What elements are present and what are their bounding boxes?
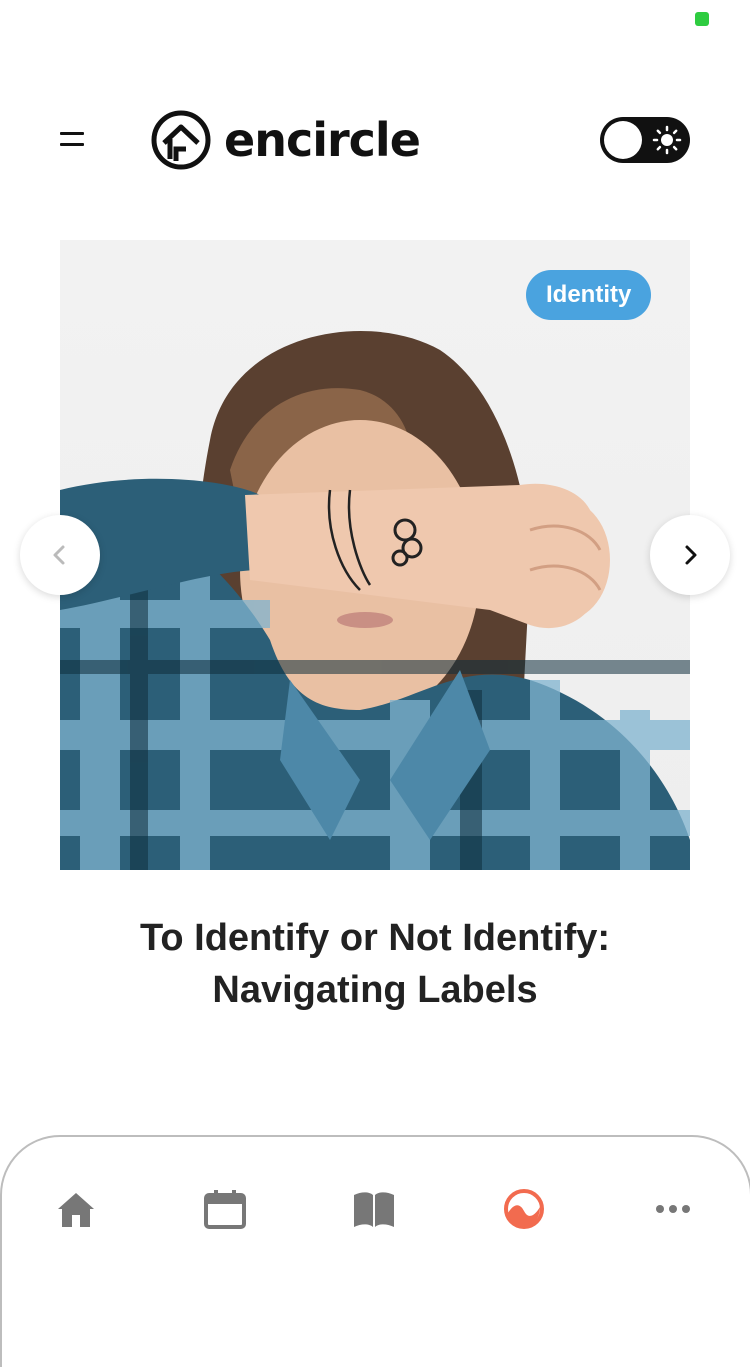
logo-icon xyxy=(151,110,211,170)
sun-icon xyxy=(652,125,682,155)
menu-button[interactable] xyxy=(58,128,86,152)
tab-calendar[interactable] xyxy=(201,1185,249,1233)
status-indicator xyxy=(695,12,709,26)
brand-name: encircle xyxy=(224,113,421,167)
next-button[interactable] xyxy=(650,515,730,595)
bottom-navigation xyxy=(0,1135,750,1367)
toggle-knob xyxy=(604,121,642,159)
article-title-line1: To Identify or Not Identify: xyxy=(139,917,611,959)
article-title[interactable]: To Identify or Not Identify: Navigating … xyxy=(60,912,690,1016)
calendar-icon xyxy=(204,1190,246,1229)
hero-image[interactable] xyxy=(60,240,690,870)
category-tag[interactable]: Identity xyxy=(526,270,652,320)
hamburger-icon xyxy=(60,132,84,135)
chevron-right-icon xyxy=(685,545,697,565)
home-icon xyxy=(58,1193,94,1227)
tab-library[interactable] xyxy=(350,1185,398,1233)
article-title-line2: Navigating Labels xyxy=(212,969,538,1011)
previous-button[interactable] xyxy=(20,515,100,595)
tab-more[interactable] xyxy=(649,1185,697,1233)
brand-logo[interactable]: encircle xyxy=(150,108,421,172)
chevron-left-icon xyxy=(53,545,65,565)
theme-toggle[interactable] xyxy=(600,117,690,163)
feed-icon xyxy=(504,1189,544,1229)
more-icon xyxy=(656,1205,690,1213)
tab-feed[interactable] xyxy=(500,1185,548,1233)
article-photo xyxy=(60,330,690,870)
tab-home[interactable] xyxy=(52,1185,100,1233)
book-icon xyxy=(354,1192,394,1227)
